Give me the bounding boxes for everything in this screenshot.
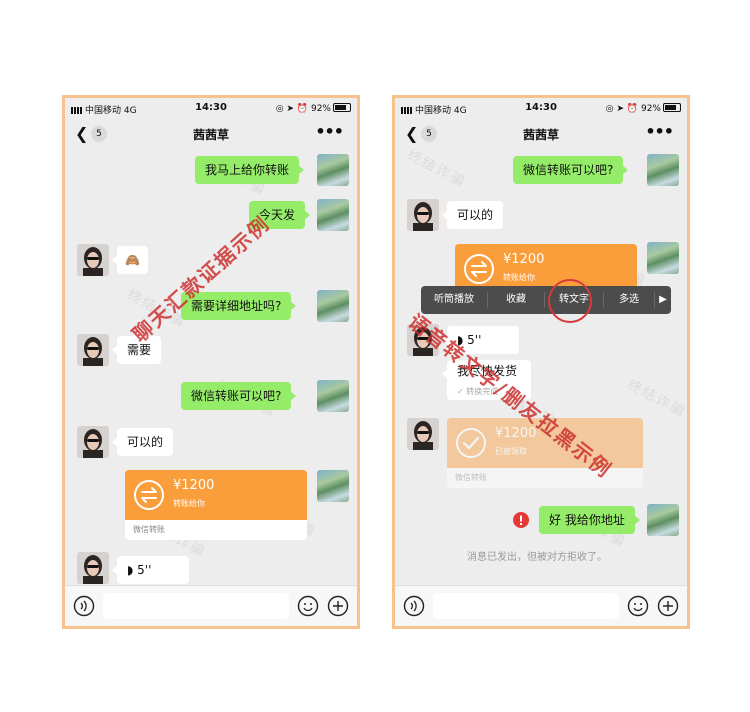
transfer-footer: 微信转账 xyxy=(447,468,643,488)
more-icon[interactable]: ••• xyxy=(645,122,674,141)
status-bar: 中国移动 4G 14:30 ◎ ➤ ⏰ 92% xyxy=(395,98,687,118)
chat-message-incoming[interactable]: 🙈 xyxy=(112,246,148,274)
transfer-card[interactable]: ¥1200 转账给你 微信转账 xyxy=(125,470,307,540)
chat-message-outgoing[interactable]: 微信转账可以吧? xyxy=(181,382,297,410)
chat-message-incoming[interactable]: 可以的 xyxy=(441,201,504,229)
error-icon[interactable] xyxy=(513,512,529,528)
context-menu: 听筒播放 收藏 转文字 多选 ▶ xyxy=(421,286,671,314)
plus-icon[interactable] xyxy=(327,595,349,617)
avatar[interactable] xyxy=(77,334,109,366)
status-icons: ◎ ➤ ⏰ xyxy=(605,104,641,114)
watermark: 终结诈骗 xyxy=(624,376,689,421)
chat-header: ❮ 5 茜茜草 ••• xyxy=(395,118,687,150)
voice-wave-icon: ◗ xyxy=(127,563,138,577)
battery-icon xyxy=(663,103,681,112)
emoji-icon[interactable] xyxy=(627,595,649,617)
check-icon: ✓ xyxy=(457,387,467,396)
transfer-subtitle: 转账给你 xyxy=(503,273,535,282)
transfer-subtitle: 已被领取 xyxy=(495,447,527,456)
transfer-icon xyxy=(464,254,494,284)
more-icon[interactable]: ••• xyxy=(315,122,344,141)
chat-message-outgoing[interactable]: 我马上给你转账 xyxy=(195,156,305,184)
avatar[interactable] xyxy=(77,552,109,584)
transfer-icon xyxy=(134,480,164,510)
transfer-subtitle: 转账给你 xyxy=(173,499,205,508)
menu-item-speaker-play[interactable]: 听筒播放 xyxy=(421,286,487,314)
avatar[interactable] xyxy=(77,426,109,458)
battery-percent: 92% xyxy=(640,104,661,114)
voice-icon[interactable] xyxy=(73,595,95,617)
chat-title: 茜茜草 xyxy=(522,128,559,142)
avatar[interactable] xyxy=(317,199,349,231)
avatar[interactable] xyxy=(317,290,349,322)
transfer-footer: 微信转账 xyxy=(125,520,307,540)
chat-input-bar xyxy=(65,585,357,626)
chat-message-outgoing[interactable]: 好 我给你地址 xyxy=(539,506,640,534)
menu-next-icon[interactable]: ▶ xyxy=(655,286,671,314)
transfer-amount: ¥1200 xyxy=(503,252,545,267)
battery-icon xyxy=(333,103,351,112)
chat-input-bar xyxy=(395,585,687,626)
avatar[interactable] xyxy=(647,242,679,274)
message-input[interactable] xyxy=(103,593,289,619)
avatar[interactable] xyxy=(647,504,679,536)
rejected-notice: 消息已发出，但被对方拒收了。 xyxy=(467,552,607,563)
left-phone-screenshot: 中国移动 4G 14:30 ◎ ➤ ⏰ 92% ❮ 5 茜茜草 ••• 终结诈骗… xyxy=(62,95,360,629)
emoji-icon[interactable] xyxy=(297,595,319,617)
avatar[interactable] xyxy=(647,154,679,186)
evidence-stamp: 聊天汇款证据示例 xyxy=(127,211,275,347)
avatar[interactable] xyxy=(317,154,349,186)
voice-message[interactable]: ◗ 5'' xyxy=(112,556,189,584)
transfer-amount: ¥1200 xyxy=(173,478,215,493)
plus-icon[interactable] xyxy=(657,595,679,617)
voice-icon[interactable] xyxy=(403,595,425,617)
battery-percent: 92% xyxy=(310,104,331,114)
avatar[interactable] xyxy=(407,199,439,231)
avatar[interactable] xyxy=(317,380,349,412)
right-phone-screenshot: 中国移动 4G 14:30 ◎ ➤ ⏰ 92% ❮ 5 茜茜草 ••• 终结诈骗… xyxy=(392,95,690,629)
avatar[interactable] xyxy=(77,244,109,276)
message-input[interactable] xyxy=(433,593,619,619)
check-icon xyxy=(456,428,486,458)
avatar[interactable] xyxy=(317,470,349,502)
chat-message-outgoing[interactable]: 微信转账可以吧? xyxy=(513,156,629,184)
chat-header: ❮ 5 茜茜草 ••• xyxy=(65,118,357,150)
voice-duration: 5'' xyxy=(137,563,152,577)
chat-message-incoming[interactable]: 可以的 xyxy=(111,428,174,456)
menu-item-multi-select[interactable]: 多选 xyxy=(604,286,654,314)
chat-title: 茜茜草 xyxy=(192,128,229,142)
avatar[interactable] xyxy=(407,418,439,450)
status-icons: ◎ ➤ ⏰ xyxy=(275,104,311,114)
menu-item-favorite[interactable]: 收藏 xyxy=(488,286,544,314)
highlight-circle xyxy=(548,279,592,323)
status-bar: 中国移动 4G 14:30 ◎ ➤ ⏰ 92% xyxy=(65,98,357,118)
watermark: 终结诈骗 xyxy=(404,146,469,191)
